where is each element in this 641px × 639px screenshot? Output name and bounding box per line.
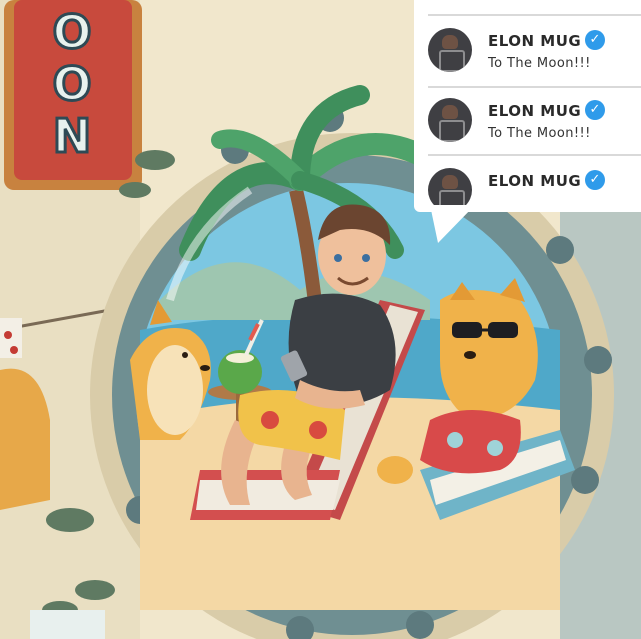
verified-badge-icon: ✓ [585, 100, 605, 120]
moon-sign: O O N [4, 0, 142, 190]
speech-bubble-tail [430, 205, 475, 243]
sign-letter-3: N [53, 109, 92, 163]
sign-letter-2: O [52, 57, 91, 111]
social-feed-panel: ELON MUG ✓ To The Moon!!! ELON MUG ✓ To … [414, 0, 641, 212]
feed-item-message: To The Moon!!! [488, 56, 591, 71]
sign-letter-1: O [52, 5, 91, 59]
feed-divider [428, 14, 641, 16]
feed-item-message: To The Moon!!! [488, 126, 591, 141]
verified-badge-icon: ✓ [585, 170, 605, 190]
feed-item[interactable]: ELON MUG ✓ [414, 158, 641, 212]
feed-item-name[interactable]: ELON MUG [488, 172, 581, 190]
feed-item-name[interactable]: ELON MUG [488, 32, 581, 50]
feed-item[interactable]: ELON MUG ✓ To The Moon!!! [414, 18, 641, 86]
feed-divider [428, 154, 641, 156]
avatar[interactable] [428, 98, 472, 142]
feed-item[interactable]: ELON MUG ✓ To The Moon!!! [414, 88, 641, 156]
avatar[interactable] [428, 28, 472, 72]
verified-badge-icon: ✓ [585, 30, 605, 50]
feed-item-name[interactable]: ELON MUG [488, 102, 581, 120]
box [30, 610, 105, 639]
